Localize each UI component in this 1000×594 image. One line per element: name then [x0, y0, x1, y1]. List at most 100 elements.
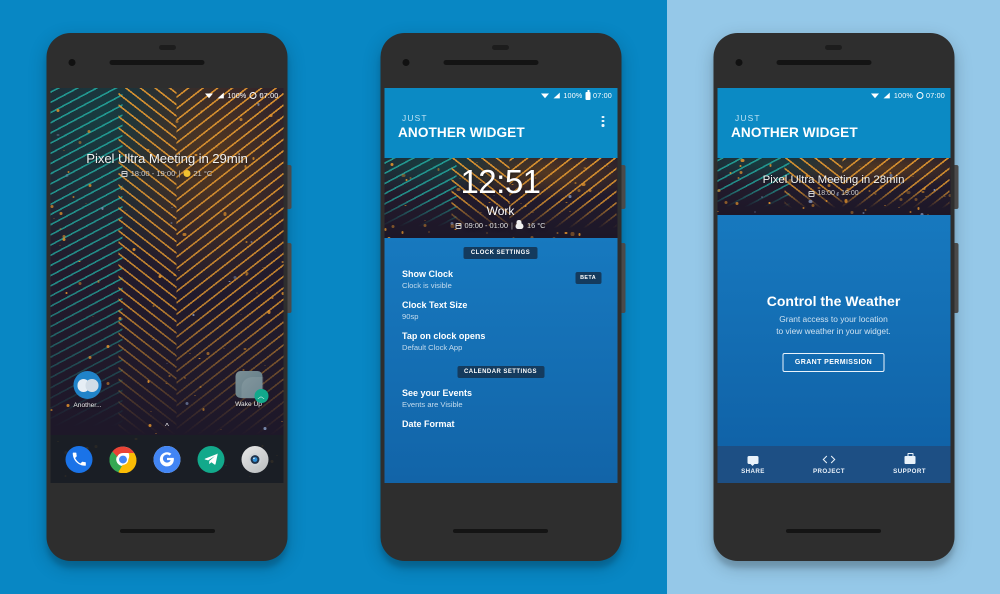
header-eyebrow: JUST: [735, 113, 761, 123]
front-camera-icon: [735, 59, 742, 66]
power-button[interactable]: [954, 243, 958, 313]
phone-icon[interactable]: [65, 445, 93, 473]
volume-button[interactable]: [954, 165, 958, 209]
settings-row-clock-text-size[interactable]: Clock Text Size 90sp: [384, 290, 617, 321]
bottom-nav-item-project[interactable]: PROJECT: [813, 454, 845, 475]
wake-up-shortcut-icon: ︿: [222, 371, 276, 403]
section-chip-clock: CLOCK SETTINGS: [463, 247, 538, 259]
dock: [50, 435, 284, 483]
header-title: ANOTHER WIDGET: [731, 125, 858, 140]
earpiece-grille-icon: [109, 60, 205, 65]
panel-weather-permission-screen: Pixel Ultra Meeting in 28min 18:00 - 19:…: [667, 0, 1000, 594]
row-title: Date Format: [402, 419, 455, 429]
telegram-icon[interactable]: [197, 445, 225, 473]
chat-icon: [741, 454, 765, 466]
status-bar: 100% 07:00: [717, 88, 950, 103]
power-button[interactable]: [621, 243, 625, 313]
row-title: Tap on clock opens: [402, 331, 486, 341]
bottom-nav-label: SUPPORT: [893, 468, 926, 475]
calendar-icon: [121, 170, 128, 177]
speaker-slot-icon: [158, 45, 176, 50]
row-subtitle: Clock is visible: [402, 281, 452, 290]
settings-row-date-format[interactable]: Date Format: [384, 409, 617, 429]
home-icon-wake-up[interactable]: ︿ Wake Up: [222, 371, 276, 408]
row-title: Show Clock: [402, 269, 454, 279]
more-vertical-icon[interactable]: [601, 116, 604, 127]
preview-clock: 12:51: [460, 163, 541, 200]
row-subtitle: Default Clock App: [402, 343, 463, 352]
weather-prompt: Control the Weather Grant access to your…: [717, 293, 950, 373]
bottom-speaker-icon: [786, 529, 881, 533]
code-icon: [813, 454, 845, 465]
preview-subtitle: 18:00 - 19:00: [717, 190, 950, 197]
settings-row-tap-on-clock[interactable]: Tap on clock opens Default Clock App: [384, 321, 617, 352]
row-subtitle: 90sp: [402, 312, 419, 321]
row-subtitle: Events are Visible: [402, 400, 463, 409]
chrome-icon[interactable]: [109, 446, 137, 473]
row-title: Clock Text Size: [402, 300, 468, 310]
power-button[interactable]: [287, 243, 292, 313]
widget-preview: 12:51 Work 09:00 - 01:00 | 16 °C: [384, 158, 617, 238]
weather-prompt-heading: Control the Weather: [766, 293, 901, 309]
status-time: 07:00: [259, 91, 279, 100]
widget-separator: |: [178, 169, 181, 178]
section-chip-calendar: CALENDAR SETTINGS: [457, 366, 544, 378]
settings-row-see-your-events[interactable]: See your Events Events are Visible: [384, 378, 617, 409]
sun-icon: [183, 170, 191, 177]
google-icon[interactable]: [153, 445, 181, 473]
battery-icon: [249, 92, 257, 99]
phone-screen-3: Pixel Ultra Meeting in 28min 18:00 - 19:…: [717, 88, 950, 483]
speaker-slot-icon: [492, 45, 509, 50]
calendar-icon: [808, 190, 815, 197]
battery-icon: [916, 92, 923, 99]
header-eyebrow: JUST: [402, 113, 428, 123]
speaker-slot-icon: [825, 45, 842, 50]
widget-preview: Pixel Ultra Meeting in 28min 18:00 - 19:…: [717, 158, 950, 215]
preview-event-label: Work: [486, 204, 515, 218]
app-drawer-handle-icon[interactable]: ^: [165, 422, 169, 431]
settings-list[interactable]: CLOCK SETTINGS Show Clock Clock is visib…: [384, 238, 617, 483]
another-widget-icon: [61, 371, 115, 399]
widget-subtitle: 18:00 - 19:00 | 21 °C: [51, 169, 284, 178]
widget-temperature: 21 °C: [193, 169, 213, 178]
grant-permission-button[interactable]: GRANT PERMISSION: [782, 353, 885, 373]
bottom-speaker-icon: [453, 529, 548, 533]
home-icon-another[interactable]: Another...: [61, 371, 115, 409]
row-title: See your Events: [402, 388, 473, 398]
battery-percent: 100%: [563, 91, 583, 100]
wifi-icon: [871, 92, 880, 99]
volume-button[interactable]: [621, 165, 625, 209]
preview-event-time: 09:00 - 01:00: [464, 221, 509, 230]
preview-event-time: 18:00 - 19:00: [817, 190, 859, 197]
screenshot-stage: 100% 07:00 Pixel Ultra Meeting in 29min …: [0, 0, 1000, 594]
status-badge-beta: BETA: [575, 272, 601, 284]
signal-icon: [216, 92, 224, 99]
bottom-nav-item-support[interactable]: SUPPORT: [893, 453, 926, 475]
panel-settings-screen: 12:51 Work 09:00 - 01:00 | 16 °C JUST AN…: [334, 0, 667, 594]
earpiece-grille-icon: [443, 60, 538, 65]
front-camera-icon: [68, 59, 76, 66]
wifi-icon: [540, 92, 549, 99]
header-title: ANOTHER WIDGET: [398, 125, 525, 140]
battery-icon: [585, 90, 590, 100]
battery-percent: 100%: [893, 91, 913, 100]
settings-row-show-clock[interactable]: Show Clock Clock is visible BETA: [384, 259, 617, 290]
bottom-nav-item-share[interactable]: SHARE: [741, 454, 765, 475]
home-icon-row: Another... ︿ Wake Up: [51, 371, 284, 421]
signal-icon: [883, 92, 891, 99]
phone-screen-1: 100% 07:00 Pixel Ultra Meeting in 29min …: [50, 88, 284, 483]
calendar-icon: [455, 222, 462, 229]
phone-frame-3: Pixel Ultra Meeting in 28min 18:00 - 19:…: [713, 33, 958, 561]
widget-event-time: 18:00 - 19:00: [130, 169, 176, 178]
volume-button[interactable]: [287, 165, 292, 209]
home-widget[interactable]: Pixel Ultra Meeting in 29min 18:00 - 19:…: [51, 151, 284, 178]
phone-frame-2: 12:51 Work 09:00 - 01:00 | 16 °C JUST AN…: [380, 33, 625, 561]
home-icon-label: Another...: [73, 402, 102, 409]
bottom-nav-label: PROJECT: [812, 468, 845, 475]
briefcase-icon: [893, 453, 926, 465]
app-header: JUST ANOTHER WIDGET: [717, 103, 950, 158]
camera-icon[interactable]: [241, 445, 269, 473]
app-header: JUST ANOTHER WIDGET: [384, 103, 617, 158]
home-icon-label: Wake Up: [235, 401, 262, 408]
widget-title: Pixel Ultra Meeting in 29min: [86, 151, 248, 166]
